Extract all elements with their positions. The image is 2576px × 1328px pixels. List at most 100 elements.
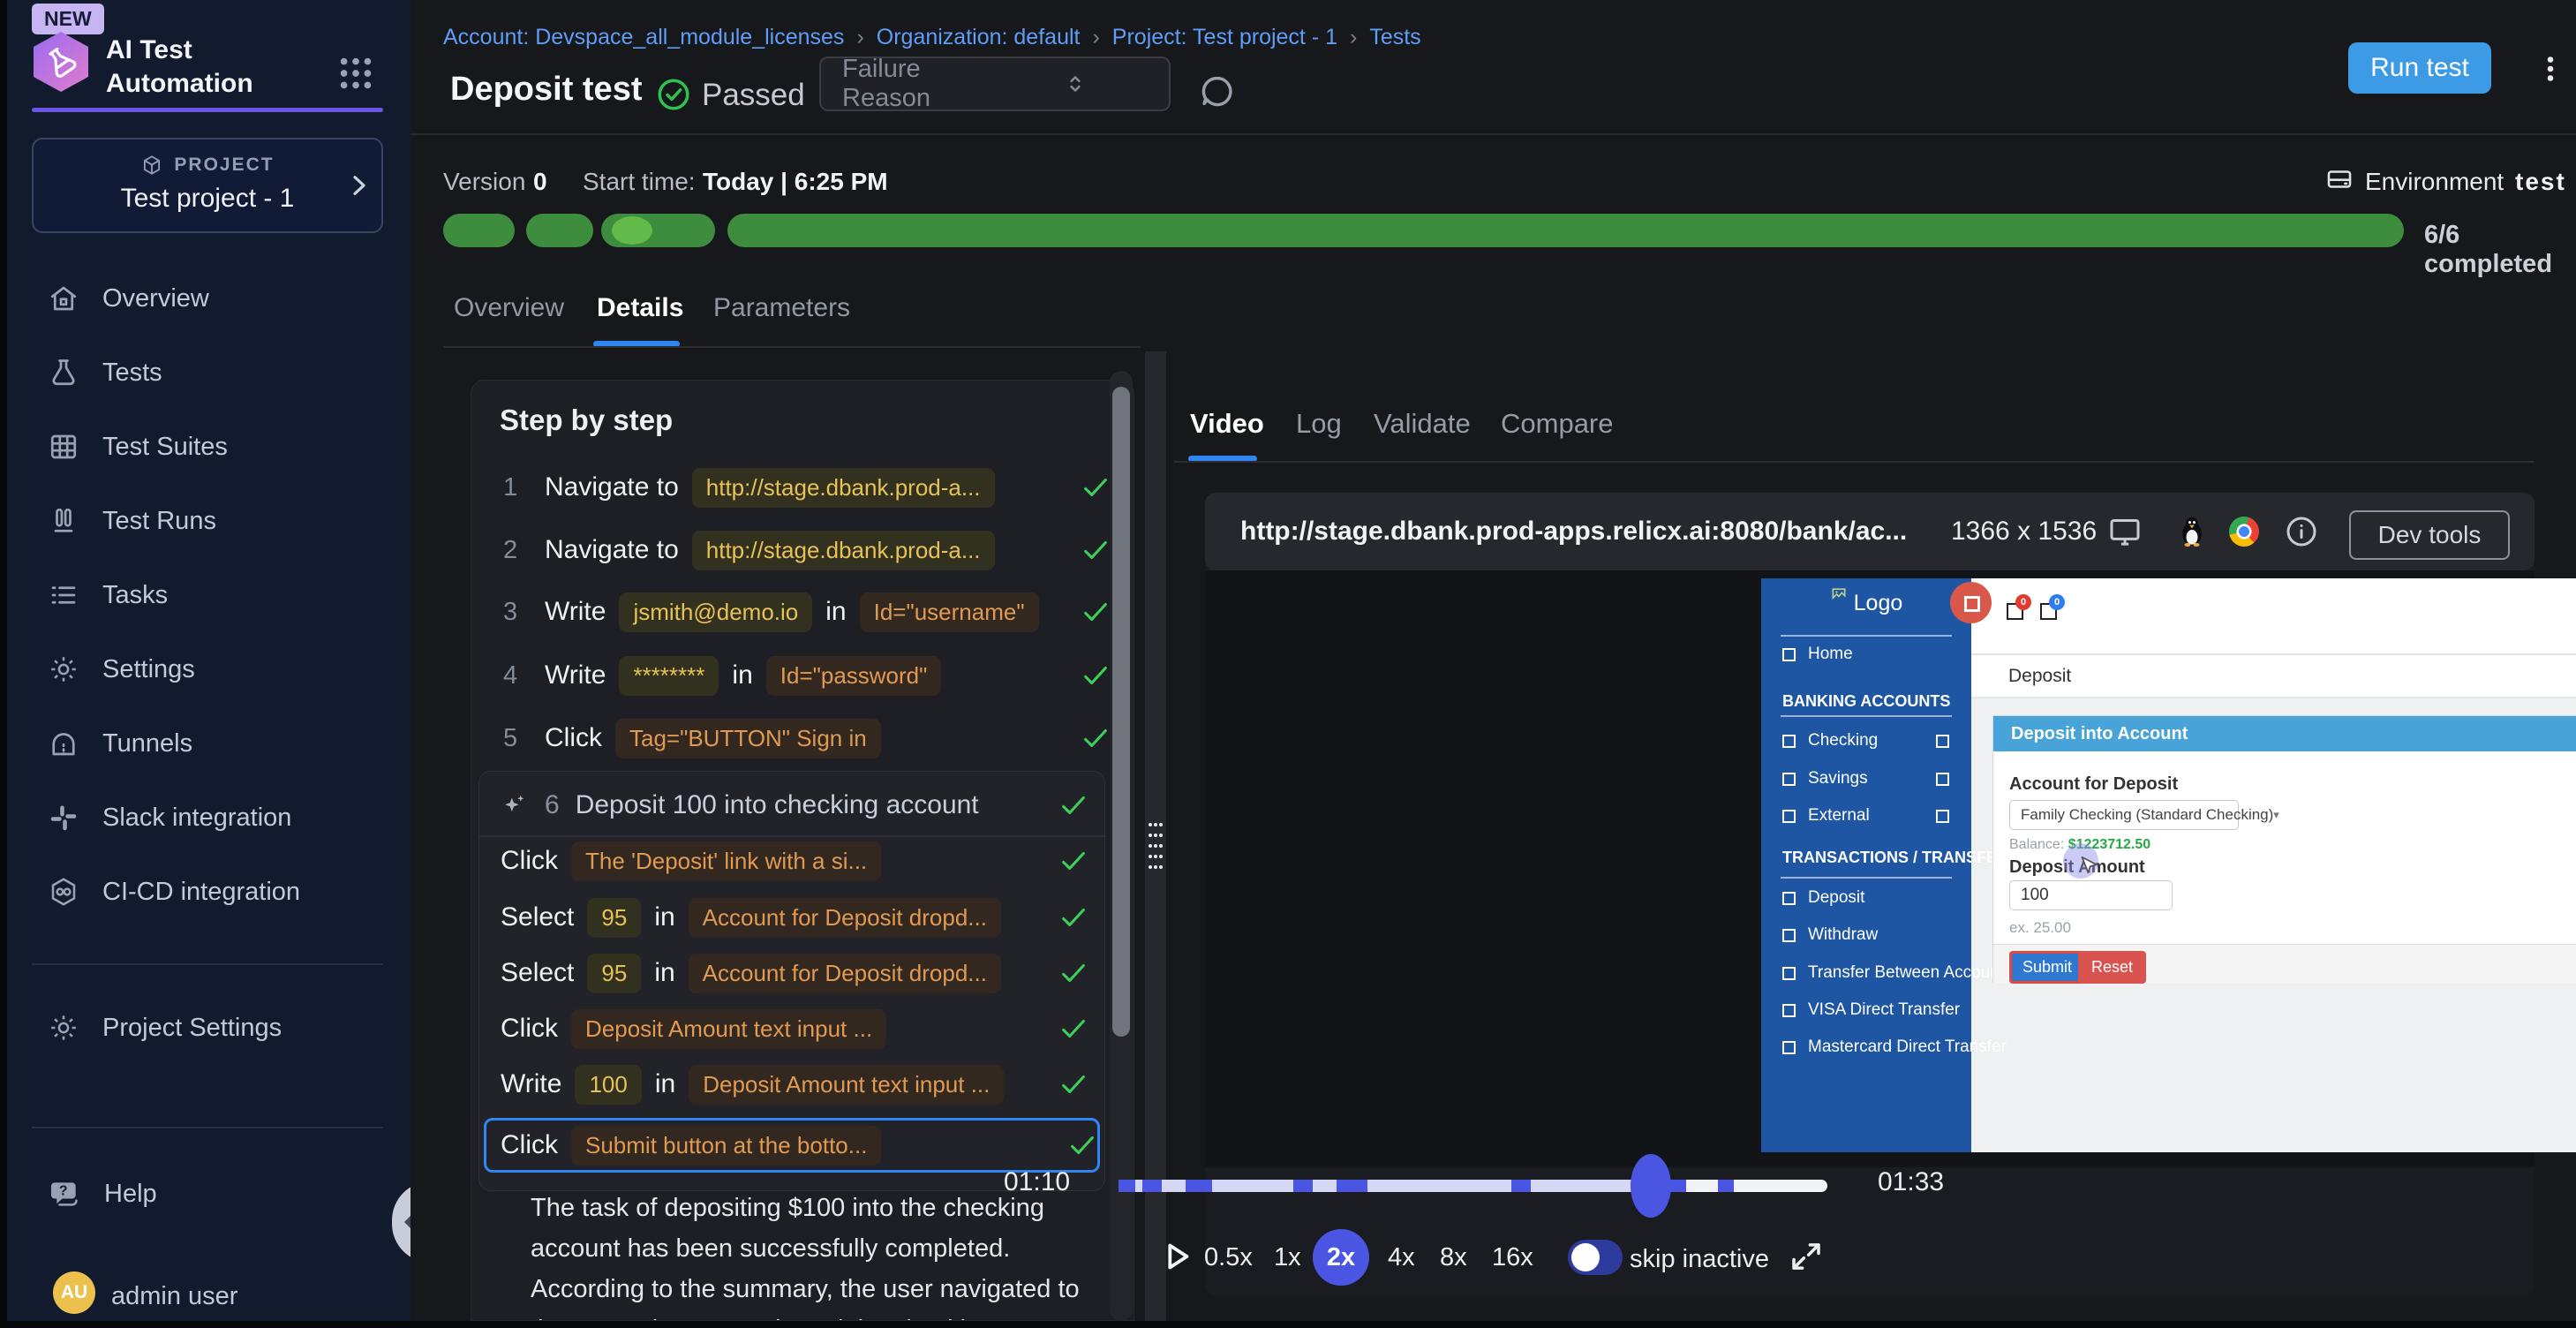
bank-nav-withdraw[interactable]: Withdraw bbox=[1761, 921, 1971, 949]
sidebar-item-tunnels[interactable]: Tunnels bbox=[48, 722, 383, 765]
breadcrumb-link[interactable]: Organization: default bbox=[877, 25, 1081, 50]
sidebar-item-test-runs[interactable]: Test Runs bbox=[48, 500, 383, 542]
run-test-button[interactable]: Run test bbox=[2348, 42, 2491, 94]
step-row[interactable]: Select95inAccount for Deposit dropd... bbox=[501, 952, 1088, 994]
video-url-bar: http://stage.dbank.prod-apps.relicx.ai:8… bbox=[1205, 493, 2535, 570]
sidebar-item-overview[interactable]: Overview bbox=[48, 277, 383, 320]
kebab-menu-icon[interactable] bbox=[2535, 51, 2566, 87]
progress-segment[interactable] bbox=[526, 214, 593, 247]
linux-tux-icon bbox=[2174, 514, 2210, 549]
step-row[interactable]: ClickThe 'Deposit' link with a si... bbox=[501, 840, 1088, 882]
video-timeline[interactable] bbox=[1119, 1180, 1827, 1192]
sidebar-item-slack-integration[interactable]: Slack integration bbox=[48, 796, 383, 839]
sidebar-item-help[interactable]: ?Help bbox=[48, 1173, 383, 1215]
breadcrumb-separator: › bbox=[856, 25, 863, 50]
play-icon[interactable] bbox=[1156, 1236, 1196, 1277]
tab-parameters[interactable]: Parameters bbox=[713, 293, 850, 323]
bank-nav-mastercard-direct-transfer[interactable]: Mastercard Direct Transfer bbox=[1761, 1033, 1971, 1061]
step-row[interactable]: Write100inDeposit Amount text input ... bbox=[501, 1063, 1088, 1105]
tab-video[interactable]: Video bbox=[1190, 408, 1264, 440]
bank-nav-savings[interactable]: Savings bbox=[1761, 765, 1971, 793]
breadcrumb-separator: › bbox=[1350, 25, 1357, 50]
bank-nav-visa-direct-transfer[interactable]: VISA Direct Transfer bbox=[1761, 996, 1971, 1024]
step-row[interactable]: 3Writejsmith@demo.ioinId="username" bbox=[503, 591, 1111, 633]
deposit-card-footer: Submit Reset bbox=[1993, 944, 2576, 983]
check-icon bbox=[1058, 790, 1088, 820]
skip-inactive-toggle[interactable] bbox=[1568, 1240, 1623, 1275]
step-row[interactable]: 4Write********inId="password" bbox=[503, 654, 1111, 697]
deposit-amount-input[interactable]: 100 bbox=[2009, 880, 2173, 910]
failure-reason-select[interactable]: Failure Reason bbox=[819, 57, 1171, 111]
project-selector[interactable]: PROJECT Test project - 1 bbox=[32, 138, 383, 233]
tab-details[interactable]: Details bbox=[597, 293, 683, 323]
monitor-icon bbox=[2107, 514, 2143, 549]
step-target-chip: Id="username" bbox=[860, 592, 1039, 632]
deposit-card-header: Deposit into Account bbox=[1993, 716, 2576, 751]
scrollbar-thumb[interactable] bbox=[1112, 387, 1130, 1037]
breadcrumb-link[interactable]: Account: Devspace_all_module_licenses bbox=[443, 25, 844, 50]
step-target-chip: Account for Deposit dropd... bbox=[689, 898, 1001, 938]
bank-nav-external[interactable]: External bbox=[1761, 802, 1971, 830]
speed-8x[interactable]: 8x bbox=[1440, 1243, 1467, 1272]
info-icon[interactable] bbox=[2284, 514, 2319, 549]
bank-nav-deposit[interactable]: Deposit bbox=[1761, 884, 1971, 912]
speed-4x[interactable]: 4x bbox=[1388, 1243, 1415, 1272]
comment-icon[interactable] bbox=[1197, 71, 1238, 111]
account-select[interactable]: Family Checking (Standard Checking) ▾ bbox=[2009, 800, 2239, 830]
dev-tools-button[interactable]: Dev tools bbox=[2349, 510, 2510, 560]
progress-segment[interactable] bbox=[443, 214, 515, 247]
step-row[interactable]: Select95inAccount for Deposit dropd... bbox=[501, 896, 1088, 939]
avatar[interactable]: AU bbox=[53, 1271, 95, 1314]
bank-nav-transfer-between-accounts[interactable]: Transfer Between Accounts bbox=[1761, 959, 1971, 987]
breadcrumb-separator: › bbox=[1092, 25, 1099, 50]
deposit-amount-hint: ex. 25.00 bbox=[2009, 919, 2071, 937]
tab-compare[interactable]: Compare bbox=[1501, 408, 1614, 440]
sidebar-item-tests[interactable]: Tests bbox=[48, 351, 383, 394]
brand-divider bbox=[32, 108, 383, 112]
speed-16x[interactable]: 16x bbox=[1492, 1243, 1533, 1272]
step-target-chip: jsmith@demo.io bbox=[619, 592, 812, 632]
sidebar-item-settings[interactable]: Settings bbox=[48, 648, 383, 690]
tab-overview[interactable]: Overview bbox=[454, 293, 564, 323]
progress-segment[interactable] bbox=[727, 214, 2404, 247]
bank-nav-home[interactable]: Home bbox=[1761, 640, 1971, 668]
stop-record-icon[interactable] bbox=[1950, 582, 1992, 623]
sidebar-item-project-settings[interactable]: Project Settings bbox=[48, 1007, 383, 1049]
fullscreen-icon[interactable] bbox=[1788, 1238, 1825, 1275]
speed-0.5x[interactable]: 0.5x bbox=[1204, 1243, 1253, 1272]
step-row[interactable]: 1Navigate tohttp://stage.dbank.prod-a... bbox=[503, 466, 1111, 509]
bank-nav-checking[interactable]: Checking bbox=[1761, 727, 1971, 755]
breadcrumb-link[interactable]: Project: Test project - 1 bbox=[1112, 25, 1337, 50]
app-grid-icon[interactable] bbox=[335, 53, 376, 94]
sidebar-item-test-suites[interactable]: Test Suites bbox=[48, 426, 383, 468]
step-row[interactable]: ClickDeposit Amount text input ... bbox=[501, 1007, 1088, 1050]
speed-2x[interactable]: 2x bbox=[1313, 1229, 1369, 1286]
step-row[interactable]: 5ClickTag="BUTTON" Sign in bbox=[503, 717, 1111, 759]
timeline-marker bbox=[1186, 1180, 1212, 1192]
step-row[interactable]: 2Navigate tohttp://stage.dbank.prod-a... bbox=[503, 529, 1111, 571]
speed-1x[interactable]: 1x bbox=[1274, 1243, 1301, 1272]
submit-button[interactable]: Submit bbox=[2009, 951, 2085, 984]
step-target-chip: http://stage.dbank.prod-a... bbox=[692, 468, 995, 508]
main-area: Account: Devspace_all_module_licenses › Or… bbox=[411, 0, 2576, 1321]
bank-page-title: Deposit bbox=[2008, 666, 2071, 687]
failure-reason-placeholder: Failure Reason bbox=[842, 55, 998, 113]
notification-flag-icon[interactable]: 0 bbox=[2007, 603, 2023, 620]
tab-log[interactable]: Log bbox=[1296, 408, 1342, 440]
video-url[interactable]: http://stage.dbank.prod-apps.relicx.ai:8… bbox=[1240, 517, 1907, 547]
splitter-drag-handle[interactable] bbox=[1148, 819, 1164, 887]
check-icon bbox=[1081, 723, 1111, 753]
sidebar-item-ci-cd-integration[interactable]: CI-CD integration bbox=[48, 871, 383, 913]
timeline-playhead[interactable] bbox=[1631, 1154, 1671, 1218]
notification-flag-icon[interactable]: 0 bbox=[2040, 603, 2057, 620]
progress-label: 6/6 completed bbox=[2424, 221, 2576, 279]
step-row-selected[interactable]: ClickSubmit button at the botto... bbox=[484, 1118, 1100, 1173]
page-title: Deposit test bbox=[450, 71, 642, 109]
tab-validate[interactable]: Validate bbox=[1374, 408, 1471, 440]
breadcrumb-link[interactable]: Tests bbox=[1369, 25, 1420, 50]
step-target-chip: Account for Deposit dropd... bbox=[689, 954, 1001, 993]
reset-button[interactable]: Reset bbox=[2078, 951, 2146, 984]
sidebar-item-tasks[interactable]: Tasks bbox=[48, 574, 383, 616]
skip-inactive-label: skip inactive bbox=[1630, 1245, 1769, 1274]
step-group-header[interactable]: 6 Deposit 100 into checking account bbox=[499, 784, 1088, 826]
